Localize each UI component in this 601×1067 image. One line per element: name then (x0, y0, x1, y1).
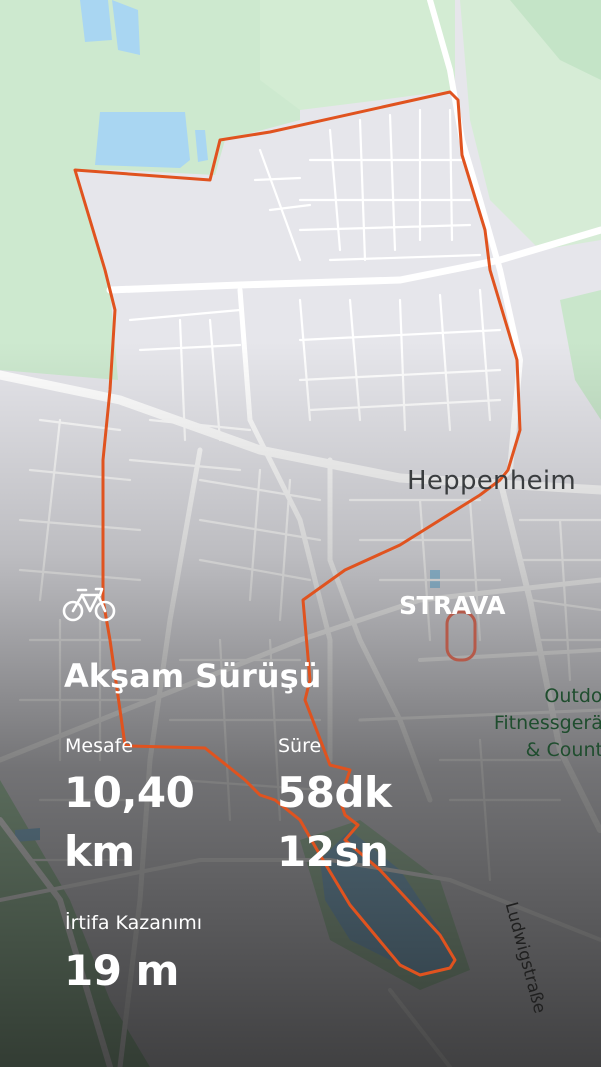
poi-label-line: Outdoor (544, 685, 601, 707)
activity-share-card: Heppenheim Outdoor Fitnessgeräte & Count… (0, 0, 601, 1067)
city-label: Heppenheim (407, 466, 577, 496)
poi-label-line: Fitnessgeräte (493, 712, 601, 734)
poi-label-line: & Country (525, 739, 601, 761)
poi-label: Outdoor Fitnessgeräte & Country (452, 683, 601, 764)
